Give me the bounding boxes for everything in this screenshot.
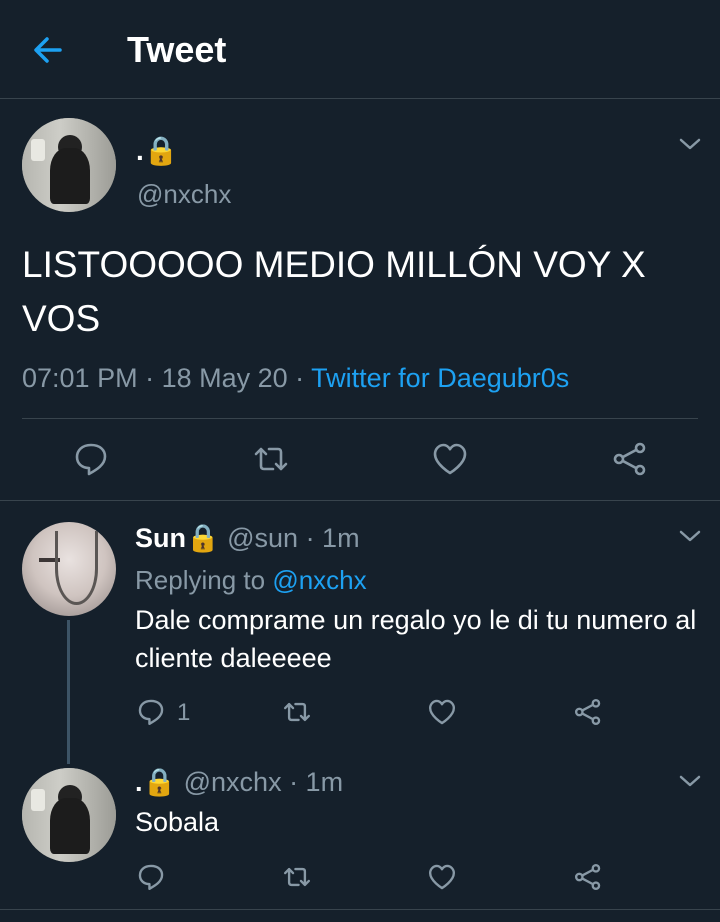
divider: [0, 909, 720, 910]
author-handle[interactable]: @nxchx: [137, 178, 231, 210]
chevron-down-icon[interactable]: [676, 767, 704, 795]
page-title: Tweet: [127, 29, 227, 70]
divider: [22, 418, 698, 419]
tweet-meta: 07:01 PM · 18 May 20 · Twitter for Daegu…: [22, 361, 569, 395]
reply-icon[interactable]: [72, 440, 110, 478]
retweet-icon[interactable]: [252, 440, 290, 478]
meta-separator: ·: [137, 363, 162, 393]
reply-header: Sun🔒 @sun · 1m: [135, 522, 360, 554]
chevron-down-icon[interactable]: [676, 130, 704, 158]
reply-meta: @sun · 1m: [219, 523, 360, 553]
reply-icon[interactable]: [136, 697, 166, 727]
replying-prefix: Replying to: [135, 565, 273, 595]
top-bar: [0, 0, 720, 99]
reply-text: Sobala: [135, 807, 220, 837]
reply-author-name[interactable]: Sun🔒: [135, 523, 220, 553]
reply-count: 1: [177, 699, 191, 726]
back-arrow-icon[interactable]: [30, 32, 66, 68]
divider: [0, 500, 720, 501]
reply-text: Dale comprame un regalo yo le di tu nume…: [135, 605, 697, 673]
thread-line: [67, 620, 70, 764]
avatar[interactable]: [22, 768, 116, 862]
retweet-icon[interactable]: [282, 862, 312, 892]
replying-to-link[interactable]: @nxchx: [272, 565, 366, 595]
reply-meta: @nxchx · 1m: [176, 767, 344, 797]
like-icon[interactable]: [427, 862, 457, 892]
author-name[interactable]: .🔒: [136, 134, 179, 168]
replying-to: Replying to @nxchx: [135, 564, 367, 596]
chevron-down-icon[interactable]: [676, 522, 704, 550]
avatar[interactable]: [22, 522, 116, 616]
reply-icon[interactable]: [136, 862, 166, 892]
like-icon[interactable]: [427, 697, 457, 727]
tweet-time: 07:01 PM: [22, 363, 138, 393]
meta-separator: ·: [287, 363, 312, 393]
tweet-date: 18 May 20: [161, 363, 288, 393]
reply-header: .🔒 @nxchx · 1m: [135, 766, 343, 798]
avatar[interactable]: [22, 118, 116, 212]
share-icon[interactable]: [611, 440, 649, 478]
tweet-source-link[interactable]: Twitter for Daegubr0s: [311, 363, 569, 393]
reply-author-name[interactable]: .🔒: [135, 767, 176, 797]
like-icon[interactable]: [431, 440, 469, 478]
tweet-text: LISTOOOOO MEDIO MILLÓN VOY X VOS: [22, 244, 646, 339]
share-icon[interactable]: [573, 862, 603, 892]
retweet-icon[interactable]: [282, 697, 312, 727]
share-icon[interactable]: [573, 697, 603, 727]
